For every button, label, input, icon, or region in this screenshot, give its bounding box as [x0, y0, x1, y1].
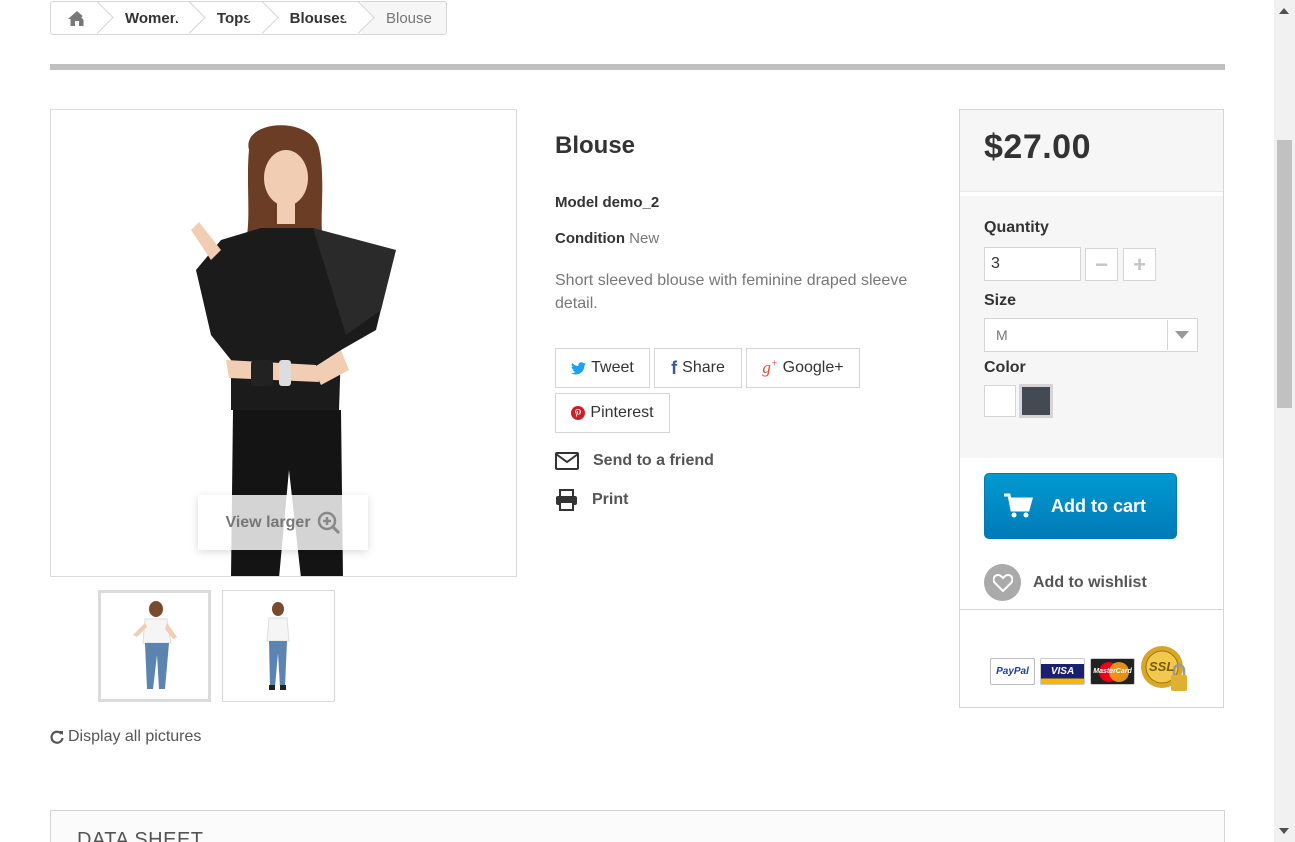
page-scrollbar[interactable]: [1274, 0, 1295, 842]
display-all-pictures-label: Display all pictures: [68, 728, 202, 745]
google-plus-label: Google+: [782, 359, 844, 376]
color-swatch-dark-grey[interactable]: [1019, 384, 1053, 418]
header-divider: [50, 64, 1225, 70]
size-selected-value: M: [996, 327, 1008, 343]
add-to-wishlist-label: Add to wishlist: [1033, 573, 1147, 591]
add-to-cart-label: Add to cart: [1051, 495, 1147, 516]
google-plus-icon: g+: [762, 358, 778, 377]
product-thumbnail[interactable]: [98, 590, 211, 702]
send-to-friend-label: Send to a friend: [593, 452, 714, 469]
condition-value: New: [629, 230, 660, 247]
scroll-up-arrow-icon[interactable]: [1279, 8, 1289, 14]
pinterest-icon: [571, 406, 586, 420]
display-all-pictures-link[interactable]: Display all pictures: [50, 728, 201, 746]
product-condition: Condition New: [555, 230, 659, 247]
product-thumbnail[interactable]: [222, 590, 335, 702]
minus-icon: −: [1095, 251, 1108, 277]
scrollbar-thumb[interactable]: [1277, 140, 1292, 408]
view-larger-label: View larger: [225, 513, 311, 531]
heart-icon: [984, 564, 1021, 601]
quantity-input[interactable]: [984, 247, 1081, 281]
tweet-button[interactable]: Tweet: [555, 348, 650, 388]
quantity-increase-button[interactable]: +: [1123, 248, 1156, 281]
send-to-friend-link[interactable]: Send to a friend: [555, 452, 714, 470]
breadcrumb-item-blouses[interactable]: Blouses: [266, 2, 362, 34]
condition-label: Condition: [555, 230, 625, 247]
print-link[interactable]: Print: [555, 489, 628, 511]
ssl-label: SSL: [1149, 659, 1175, 674]
envelope-icon: [555, 452, 579, 470]
product-model: Model demo_2: [555, 194, 660, 211]
breadcrumb-home[interactable]: [51, 2, 101, 34]
pinterest-button[interactable]: Pinterest: [555, 393, 670, 433]
color-label: Color: [984, 359, 1026, 376]
home-icon: [68, 10, 86, 26]
add-to-wishlist-link[interactable]: Add to wishlist: [984, 564, 1147, 601]
paypal-logo: PayPal: [990, 657, 1035, 685]
mastercard-logo: MasterCard: [1090, 657, 1135, 685]
zoom-in-icon: [317, 511, 340, 534]
facebook-icon: f: [671, 357, 678, 378]
size-select[interactable]: M: [984, 318, 1198, 352]
google-plus-button[interactable]: g+ Google+: [746, 348, 860, 388]
price-area: $27.00: [960, 110, 1223, 192]
product-price: $27.00: [984, 128, 1091, 166]
buy-box: $27.00 Quantity − + Size M Color: [959, 109, 1224, 708]
visa-logo: VISA: [1040, 657, 1085, 685]
thumbnail-photo: [266, 602, 290, 690]
share-label: Share: [682, 359, 725, 376]
thumbnail-photo: [133, 601, 177, 689]
add-to-cart-button[interactable]: Add to cart: [984, 473, 1177, 539]
product-title: Blouse: [555, 132, 636, 159]
ssl-seal-icon: SSL: [1140, 645, 1190, 697]
breadcrumb-current: Blouse: [361, 2, 446, 34]
twitter-icon: [571, 361, 587, 374]
quantity-decrease-button[interactable]: −: [1085, 248, 1118, 281]
breadcrumb-item-women[interactable]: Women: [101, 2, 193, 34]
view-larger-button[interactable]: View larger: [198, 495, 368, 550]
printer-icon: [556, 489, 577, 511]
plus-icon: +: [1133, 251, 1146, 277]
breadcrumb: Women Tops Blouses Blouse: [50, 1, 447, 35]
share-button[interactable]: f Share: [654, 348, 742, 388]
shopping-cart-icon: [985, 474, 1051, 538]
product-description: Short sleeved blouse with feminine drape…: [555, 272, 908, 312]
print-label: Print: [592, 491, 629, 508]
mastercard-label: MasterCard: [1093, 667, 1132, 675]
size-label: Size: [984, 292, 1017, 309]
payment-divider: [960, 609, 1223, 610]
pinterest-label: Pinterest: [590, 404, 654, 421]
quantity-label: Quantity: [984, 219, 1049, 236]
product-main-image[interactable]: View larger: [50, 109, 517, 577]
payment-logos: PayPal VISA MasterCard SSL: [990, 645, 1190, 697]
chevron-down-icon: [1167, 320, 1196, 350]
data-sheet-section: DATA SHEET: [50, 810, 1225, 842]
color-swatch-white[interactable]: [984, 385, 1016, 417]
refresh-icon: [50, 730, 64, 744]
data-sheet-title: DATA SHEET: [77, 829, 204, 842]
scroll-down-arrow-icon[interactable]: [1279, 828, 1289, 834]
product-options: Quantity − + Size M Color: [960, 196, 1223, 458]
tweet-label: Tweet: [591, 359, 634, 376]
